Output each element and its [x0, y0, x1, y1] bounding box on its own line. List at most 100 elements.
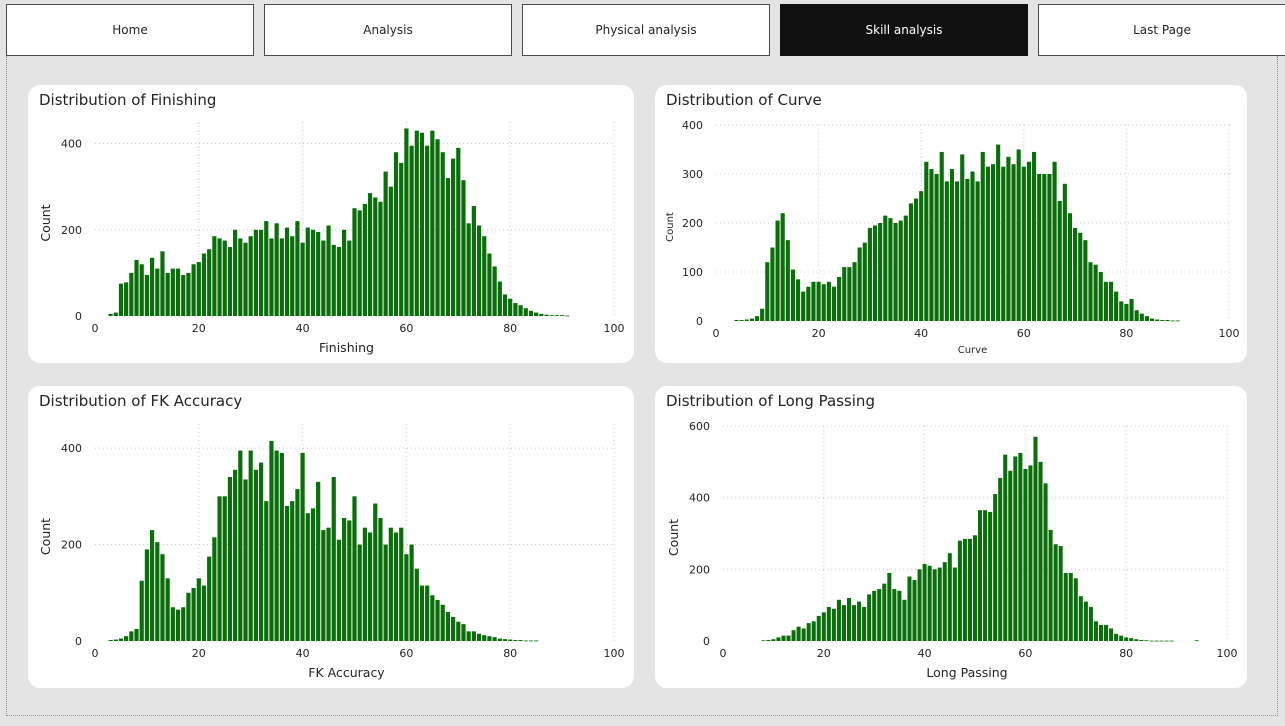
histogram-bar[interactable]: [1149, 318, 1155, 321]
histogram-bar[interactable]: [857, 247, 862, 322]
histogram-bar[interactable]: [811, 281, 816, 321]
histogram-bar[interactable]: [821, 284, 826, 321]
histogram-bar[interactable]: [264, 221, 269, 316]
histogram-bar[interactable]: [1063, 572, 1068, 641]
histogram-bar[interactable]: [181, 607, 186, 641]
histogram-bar[interactable]: [952, 567, 957, 641]
histogram-bar[interactable]: [1155, 319, 1160, 321]
histogram-bar[interactable]: [399, 162, 404, 316]
histogram-bar[interactable]: [862, 606, 867, 641]
histogram-bar[interactable]: [852, 605, 857, 641]
histogram-bar[interactable]: [217, 496, 222, 641]
histogram-bar[interactable]: [919, 191, 924, 321]
histogram-bar[interactable]: [502, 294, 508, 316]
histogram-bar[interactable]: [1154, 640, 1159, 642]
histogram-bar[interactable]: [912, 580, 917, 641]
histogram-bar[interactable]: [1144, 316, 1149, 321]
histogram-bar[interactable]: [1073, 578, 1078, 641]
histogram-bar[interactable]: [771, 639, 776, 641]
histogram-bar[interactable]: [461, 180, 466, 316]
histogram-bar[interactable]: [1013, 456, 1018, 641]
histogram-bar[interactable]: [857, 601, 862, 641]
histogram-bar[interactable]: [837, 276, 842, 321]
histogram-bar[interactable]: [554, 315, 560, 316]
histogram-bar[interactable]: [1139, 313, 1144, 321]
histogram-bar[interactable]: [409, 544, 414, 641]
histogram-bar[interactable]: [867, 227, 872, 321]
histogram-bar[interactable]: [290, 236, 295, 316]
histogram-bar[interactable]: [435, 600, 440, 641]
histogram-bar[interactable]: [1119, 301, 1124, 321]
histogram-bar[interactable]: [962, 538, 967, 641]
histogram-bar[interactable]: [990, 164, 996, 321]
histogram-bar[interactable]: [781, 635, 786, 641]
histogram-bar[interactable]: [754, 316, 760, 321]
histogram-bar[interactable]: [461, 624, 466, 641]
histogram-bar[interactable]: [258, 462, 264, 641]
histogram-bar[interactable]: [877, 589, 882, 641]
histogram-bar[interactable]: [160, 554, 165, 641]
histogram-bar[interactable]: [181, 275, 186, 316]
histogram-bar[interactable]: [897, 590, 902, 641]
histogram-bar[interactable]: [144, 549, 149, 641]
histogram-bar[interactable]: [139, 264, 144, 316]
histogram-bar[interactable]: [898, 220, 903, 321]
histogram-bar[interactable]: [734, 320, 739, 321]
nav-physical-analysis-button[interactable]: Physical analysis: [522, 4, 770, 56]
histogram-bar[interactable]: [482, 236, 487, 316]
histogram-bar[interactable]: [972, 535, 978, 641]
histogram-bar[interactable]: [1078, 596, 1083, 641]
histogram-bar[interactable]: [1037, 174, 1042, 321]
histogram-bar[interactable]: [914, 198, 919, 322]
histogram-bar[interactable]: [222, 496, 227, 641]
histogram-bar[interactable]: [352, 496, 357, 641]
histogram-bar[interactable]: [932, 569, 937, 641]
histogram-bar[interactable]: [113, 639, 118, 641]
histogram-bar[interactable]: [440, 152, 445, 316]
histogram-bar[interactable]: [1159, 640, 1164, 642]
histogram-bar[interactable]: [862, 242, 867, 321]
histogram-bar[interactable]: [983, 510, 988, 641]
histogram-bar[interactable]: [373, 197, 378, 316]
histogram-bar[interactable]: [233, 229, 238, 316]
histogram-bar[interactable]: [269, 238, 274, 316]
histogram-bar[interactable]: [949, 169, 955, 321]
histogram-bar[interactable]: [872, 225, 878, 321]
histogram-bar[interactable]: [124, 636, 129, 641]
histogram-bar[interactable]: [233, 469, 238, 641]
histogram-bar[interactable]: [217, 238, 222, 316]
histogram-bar[interactable]: [149, 257, 155, 316]
histogram-bar[interactable]: [534, 312, 539, 316]
histogram-bar[interactable]: [883, 215, 888, 321]
histogram-bar[interactable]: [944, 181, 949, 321]
long-passing-chart-card[interactable]: Distribution of Long Passing 0 20 40 60 80 10…: [655, 386, 1247, 688]
histogram-bar[interactable]: [445, 178, 451, 316]
histogram-bar[interactable]: [1021, 166, 1026, 321]
histogram-bar[interactable]: [175, 609, 181, 641]
nav-home-button[interactable]: Home: [6, 4, 254, 56]
histogram-bar[interactable]: [191, 587, 196, 641]
histogram-bar[interactable]: [414, 130, 419, 316]
histogram-bar[interactable]: [970, 171, 975, 321]
histogram-bar[interactable]: [1042, 174, 1047, 321]
histogram-bar[interactable]: [528, 310, 534, 316]
histogram-bar[interactable]: [305, 227, 310, 316]
histogram-bar[interactable]: [1194, 640, 1199, 642]
histogram-bar[interactable]: [212, 236, 217, 316]
histogram-bar[interactable]: [201, 585, 207, 641]
histogram-bar[interactable]: [316, 231, 321, 316]
histogram-bar[interactable]: [284, 227, 290, 316]
histogram-bar[interactable]: [508, 298, 513, 316]
histogram-bar[interactable]: [780, 213, 785, 321]
histogram-bar[interactable]: [165, 272, 170, 316]
histogram-bar[interactable]: [134, 628, 139, 641]
histogram-bar[interactable]: [922, 563, 927, 641]
histogram-bar[interactable]: [347, 240, 352, 316]
histogram-bar[interactable]: [378, 518, 383, 641]
histogram-bar[interactable]: [201, 253, 207, 316]
histogram-bar[interactable]: [497, 281, 502, 316]
histogram-bar[interactable]: [766, 639, 771, 641]
histogram-bar[interactable]: [170, 607, 175, 641]
histogram-bar[interactable]: [842, 267, 847, 321]
histogram-bar[interactable]: [513, 303, 518, 316]
